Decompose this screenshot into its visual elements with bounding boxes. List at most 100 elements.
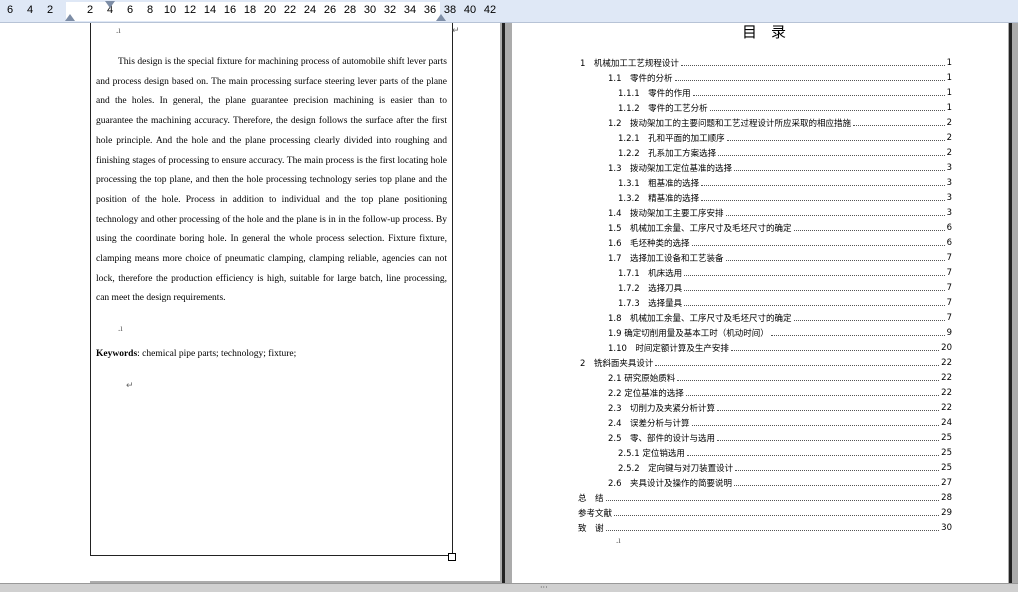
toc-leader-dots: [685, 395, 940, 396]
toc-entry-page: 22: [941, 402, 952, 413]
toc-leader-dots: [680, 65, 945, 66]
toc-entry-label: 2.5 零、部件的设计与选用: [608, 433, 716, 444]
toc-leader-dots: [725, 215, 945, 216]
toc-entry-page: 1: [946, 57, 952, 68]
ruler-tick-label: 2: [46, 4, 54, 16]
ruler-tick-label: 10: [163, 4, 177, 16]
ruler-tick-label: 2: [86, 4, 94, 16]
toc-entry-label: 1.10 时间定额计算及生产安排: [608, 343, 729, 354]
abstract-body: This design is the special fixture for m…: [96, 53, 447, 309]
toc-entry[interactable]: 1.1.2 零件的工艺分析 1: [618, 100, 952, 115]
toc-entry[interactable]: 1.3.1 粗基准的选择 3: [618, 175, 952, 190]
toc-entry[interactable]: 1.8 机械加工余量、工序尺寸及毛坯尺寸的确定 7: [608, 310, 952, 325]
ruler-tick-label: 24: [303, 4, 317, 16]
toc-entry-label: 1.4 拨动架加工主要工序安排: [608, 208, 724, 219]
toc-leader-dots: [717, 410, 940, 411]
toc-leader-dots: [770, 335, 945, 336]
toc-entry-label: 1.1 零件的分析: [608, 73, 673, 84]
toc-entry[interactable]: 1.10 时间定额计算及生产安排 20: [608, 340, 952, 355]
ruler-tick-label: 32: [383, 4, 397, 16]
toc-entry-label: 1.9 确定切削用量及基本工时（机动时间）: [608, 328, 769, 339]
toc-entry-page: 20: [941, 342, 952, 353]
toc-entry-page: 2: [946, 132, 952, 143]
toc-entry-label: 参考文献: [578, 508, 613, 519]
toc-entry[interactable]: 1.2 拨动架加工的主要问题和工艺过程设计所应采取的相应措施 2: [608, 115, 952, 130]
ruler-tick-label: 8: [146, 4, 154, 16]
toc-entry-label: 总 结: [578, 493, 604, 504]
toc-entry[interactable]: 总 结 28: [578, 490, 952, 505]
toc-entry-page: 25: [941, 447, 952, 458]
frame-resize-handle[interactable]: [448, 553, 456, 561]
ruler-tick-label: 18: [243, 4, 257, 16]
toc-entry-page: 30: [941, 522, 952, 533]
toc-entry[interactable]: 2.4 误差分析与计算 24: [608, 415, 952, 430]
hanging-indent-marker[interactable]: [65, 14, 75, 21]
toc-leader-dots: [684, 290, 945, 291]
toc-entry-label: 1.8 机械加工余量、工序尺寸及毛坯尺寸的确定: [608, 313, 792, 324]
toc-leader-dots: [605, 530, 940, 531]
toc-entry-page: 24: [941, 417, 952, 428]
ruler-tick-label: 4: [26, 4, 34, 16]
toc-leader-dots: [692, 95, 945, 96]
toc-entry[interactable]: 1.7.1 机床选用 7: [618, 265, 952, 280]
ruler-tick-label: 16: [223, 4, 237, 16]
toc-entry[interactable]: 2.2 定位基准的选择 22: [608, 385, 952, 400]
toc-entry[interactable]: 1.6 毛坯种类的选择 6: [608, 235, 952, 250]
toc-entry[interactable]: 1.3.2 精基准的选择 3: [618, 190, 952, 205]
horizontal-ruler[interactable]: 6 4 2 2 4 6 8 10 12 14 16 18 20 22 24 26 28 30 32 34 36 38 40 4…: [0, 0, 1018, 23]
toc-entry-label: 2.6 夹具设计及操作的简要说明: [608, 478, 733, 489]
paragraph-mark: ↵: [126, 380, 134, 390]
toc-entry[interactable]: 1.3 拨动架加工定位基准的选择 3: [608, 160, 952, 175]
split-grip-icon[interactable]: ···: [540, 584, 548, 592]
toc-entry[interactable]: 1.1 零件的分析 1: [608, 70, 952, 85]
toc-entry[interactable]: 1.7.2 选择刀具 7: [618, 280, 952, 295]
toc-leader-dots: [701, 185, 945, 186]
toc-entry[interactable]: 2.5 零、部件的设计与选用 25: [608, 430, 952, 445]
right-indent-marker[interactable]: [436, 14, 446, 21]
toc-entry[interactable]: 2.5.2 定向键与对刀装置设计 25: [618, 460, 952, 475]
toc-leader-dots: [726, 140, 945, 141]
toc-entry[interactable]: 致 谢 30: [578, 520, 952, 535]
toc-entry-page: 6: [946, 237, 952, 248]
toc-entry-label: 2.2 定位基准的选择: [608, 388, 684, 399]
toc-entry[interactable]: 1.9 确定切削用量及基本工时（机动时间） 9: [608, 325, 952, 340]
toc-entry[interactable]: 1.4 拨动架加工主要工序安排 3: [608, 205, 952, 220]
ruler-tick-label: 42: [483, 4, 497, 16]
toc-entry-label: 1.2 拨动架加工的主要问题和工艺过程设计所应采取的相应措施: [608, 118, 852, 129]
toc-entry-label: 1 机械加工工艺规程设计: [580, 58, 679, 69]
toc-entry[interactable]: 2 铣斜面夹具设计 22: [580, 355, 952, 370]
toc-entry[interactable]: 2.6 夹具设计及操作的简要说明 27: [608, 475, 952, 490]
ruler-tick-label: 28: [343, 4, 357, 16]
toc-entry[interactable]: 2.3 切削力及夹紧分析计算 22: [608, 400, 952, 415]
toc-entry[interactable]: 2.1 研究原始质料 22: [608, 370, 952, 385]
toc-leader-dots: [684, 275, 945, 276]
toc-entry[interactable]: 参考文献 29: [578, 505, 952, 520]
toc-leader-dots: [717, 440, 940, 441]
toc-entry[interactable]: 1.5 机械加工余量、工序尺寸及毛坯尺寸的确定 6: [608, 220, 952, 235]
toc-entry[interactable]: 1.1.1 零件的作用 1: [618, 85, 952, 100]
toc-entry-page: 6: [946, 222, 952, 233]
toc-leader-dots: [691, 245, 945, 246]
toc-entry-page: 9: [946, 327, 952, 338]
ruler-tick-label: 20: [263, 4, 277, 16]
toc-entry-label: 1.3.1 粗基准的选择: [618, 178, 700, 189]
toc-entry[interactable]: 1 机械加工工艺规程设计 1: [580, 55, 952, 70]
toc-entry-label: 2.5.1 定位销选用: [618, 448, 685, 459]
toc-title: 目录: [742, 23, 801, 41]
toc-leader-dots: [677, 380, 940, 381]
toc-page[interactable]: 目录 1 机械加工工艺规程设计 1 1.1 零件的分析 1 1.1.1 零件的作用 1 1.…: [512, 23, 1008, 583]
toc-leader-dots: [701, 200, 945, 201]
toc-entry[interactable]: 1.7 选择加工设备和工艺装备 7: [608, 250, 952, 265]
toc-entry[interactable]: 1.7.3 选择量具 7: [618, 295, 952, 310]
toc-entry[interactable]: 1.2.2 孔系加工方案选择 2: [618, 145, 952, 160]
toc-entry-label: 2.3 切削力及夹紧分析计算: [608, 403, 716, 414]
toc-entry-label: 1.2.1 孔和平面的加工顺序: [618, 133, 725, 144]
toc-entry-label: 1.1.1 零件的作用: [618, 88, 691, 99]
toc-entry[interactable]: 2.5.1 定位销选用 25: [618, 445, 952, 460]
toc-entry-page: 3: [946, 207, 952, 218]
abstract-page[interactable]: .ı ↵ This design is the special fixture …: [90, 23, 500, 581]
toc-entry[interactable]: 1.2.1 孔和平面的加工顺序 2: [618, 130, 952, 145]
toc-leader-dots: [614, 515, 940, 516]
toc-leader-dots: [725, 260, 945, 261]
first-line-indent-marker[interactable]: [105, 1, 115, 8]
